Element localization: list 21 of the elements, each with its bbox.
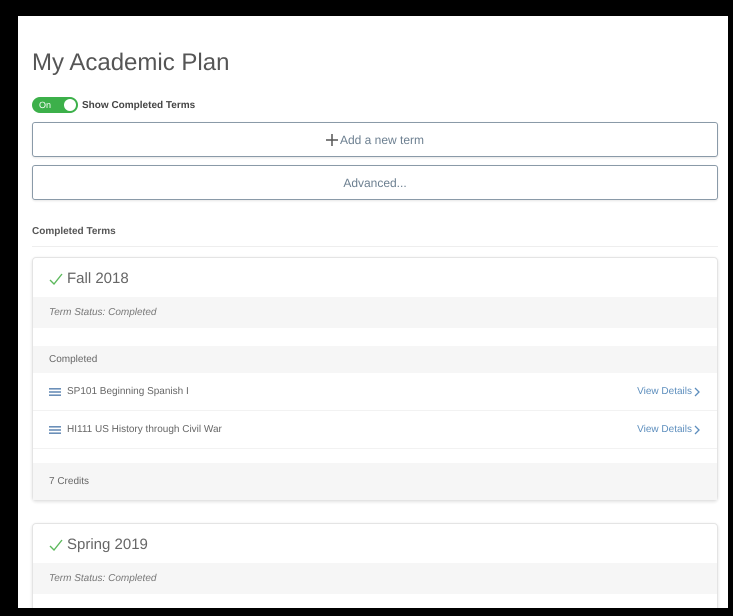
page-title: My Academic Plan — [32, 49, 230, 77]
term-status: Term Status: Completed — [33, 297, 717, 328]
chevron-icon — [694, 386, 701, 396]
course-name: HI111 US History through Civil War — [67, 424, 223, 435]
plus-icon — [326, 134, 338, 146]
advanced-button[interactable]: Advanced... — [32, 165, 718, 200]
course-name: SP101 Beginning Spanish I — [67, 386, 190, 397]
list-icon[interactable] — [49, 386, 61, 396]
term-title: Spring 2019 — [67, 536, 148, 553]
credits-total: 7 Credits — [33, 463, 717, 500]
section-heading: Completed Terms — [32, 208, 718, 247]
toggle-switch[interactable]: On — [32, 97, 78, 113]
view-details-link[interactable]: View Details — [637, 386, 701, 397]
term-status: Term Status: Completed — [33, 563, 717, 594]
add-term-button[interactable]: Add a new term — [32, 122, 718, 157]
chevron-icon — [694, 424, 701, 434]
list-icon[interactable] — [49, 424, 61, 434]
toggle-label: Show Completed Terms — [82, 100, 196, 110]
term-title: Fall 2018 — [67, 270, 129, 287]
view-details-link[interactable]: View Details — [637, 424, 701, 435]
group-heading: Completed — [33, 346, 717, 373]
